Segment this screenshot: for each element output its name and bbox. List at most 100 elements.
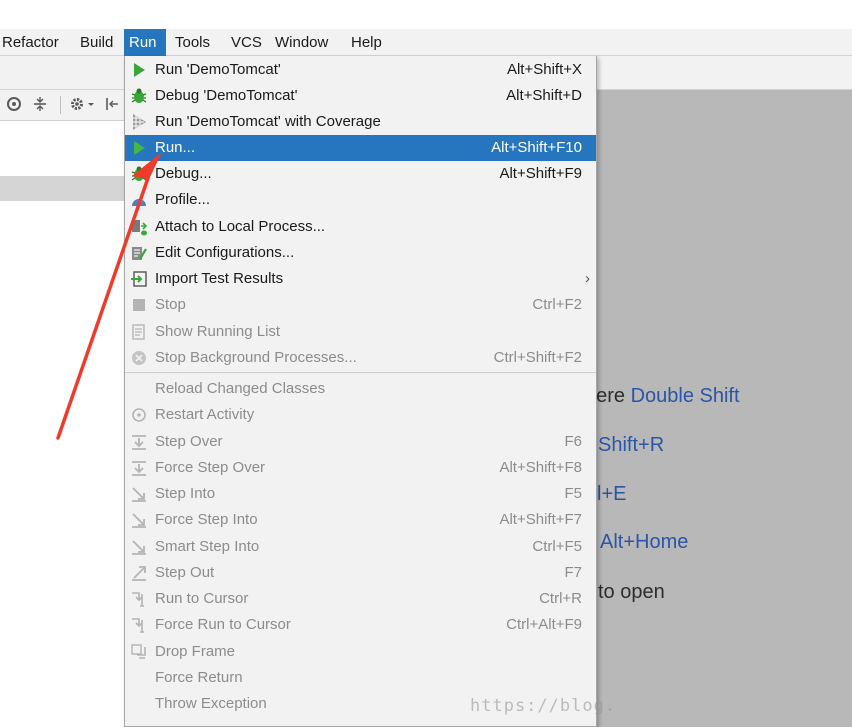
- menu-item-label: Reload Changed Classes: [155, 380, 326, 397]
- menu-item-shortcut: F7: [564, 564, 582, 581]
- menu-item-label: Run 'DemoTomcat' with Coverage: [155, 113, 381, 130]
- menu-item-label: Edit Configurations...: [155, 244, 295, 261]
- navigation-bar: [0, 56, 125, 90]
- menu-item-label: Force Return: [155, 669, 243, 686]
- menu-item-label: Drop Frame: [155, 643, 236, 660]
- hide-panel-icon[interactable]: [104, 95, 122, 115]
- menu-build[interactable]: Build: [78, 29, 115, 56]
- restart-icon: [129, 405, 149, 425]
- menu-item-run-dialog[interactable]: Run... Alt+Shift+F10: [125, 135, 596, 161]
- menu-item-label: Stop Background Processes...: [155, 349, 357, 366]
- editor-hint: Alt+Home: [600, 529, 688, 555]
- project-tree-selected-row[interactable]: [0, 176, 125, 201]
- menu-item-shortcut: Alt+Shift+X: [506, 61, 582, 78]
- force-step-over-icon: [129, 458, 149, 478]
- menu-item-force-return[interactable]: Force Return: [125, 665, 596, 691]
- menu-item-run-with-coverage[interactable]: Run 'DemoTomcat' with Coverage: [125, 109, 596, 135]
- hint-text: to open: [598, 581, 665, 603]
- step-out-icon: [129, 563, 149, 583]
- menu-item-shortcut: Alt+Shift+F7: [499, 511, 582, 528]
- menu-vcs[interactable]: VCS: [229, 29, 264, 56]
- menu-item-label: Run 'DemoTomcat': [155, 61, 281, 78]
- menu-item-shortcut: F5: [564, 485, 582, 502]
- menu-item-label: Restart Activity: [155, 406, 255, 423]
- menu-item-show-running-list[interactable]: Show Running List: [125, 319, 596, 345]
- editor-hint: here Double Shift: [585, 383, 740, 409]
- locate-icon[interactable]: [5, 95, 23, 115]
- menu-item-shortcut: Alt+Shift+F10: [491, 139, 582, 156]
- menu-item-drop-frame[interactable]: Drop Frame: [125, 639, 596, 665]
- toolbar-separator: [60, 96, 61, 114]
- menu-item-label: Import Test Results: [155, 270, 284, 287]
- play-icon: [129, 60, 149, 80]
- run-menu-dropdown: Run 'DemoTomcat' Alt+Shift+X Debug 'Demo…: [124, 56, 597, 727]
- menu-item-step-out[interactable]: Step Out F7: [125, 560, 596, 586]
- menu-item-force-step-over[interactable]: Force Step Over Alt+Shift+F8: [125, 455, 596, 481]
- import-icon: [129, 269, 149, 289]
- stop-icon: [129, 295, 149, 315]
- menu-item-label: Throw Exception: [155, 695, 267, 712]
- menu-separator: [125, 372, 596, 373]
- menu-item-force-step-into[interactable]: Force Step Into Alt+Shift+F7: [125, 507, 596, 533]
- menu-item-shortcut: Ctrl+F5: [532, 538, 582, 555]
- menu-item-label: Smart Step Into: [155, 538, 260, 555]
- menu-item-stop-background-processes[interactable]: Stop Background Processes... Ctrl+Shift+…: [125, 345, 596, 371]
- attach-icon: [129, 217, 149, 237]
- coverage-icon: [129, 112, 149, 132]
- menu-item-shortcut: Ctrl+R: [539, 590, 582, 607]
- menu-refactor[interactable]: Refactor: [0, 29, 61, 56]
- menu-item-label: Stop: [155, 296, 186, 313]
- menu-item-smart-step-into[interactable]: Smart Step Into Ctrl+F5: [125, 534, 596, 560]
- menu-item-attach-to-process[interactable]: Attach to Local Process...: [125, 214, 596, 240]
- gear-icon[interactable]: [68, 95, 96, 115]
- menu-item-label: Debug 'DemoTomcat': [155, 87, 298, 104]
- list-icon: [129, 322, 149, 342]
- smart-step-into-icon: [129, 537, 149, 557]
- step-over-icon: [129, 432, 149, 452]
- editor-hint: to open: [598, 579, 665, 605]
- menu-item-step-into[interactable]: Step Into F5: [125, 481, 596, 507]
- menu-item-shortcut: Alt+Shift+F9: [499, 165, 582, 182]
- menu-run[interactable]: Run: [124, 29, 166, 56]
- editor-tab-bar: [597, 56, 852, 90]
- project-toolbar: [0, 90, 125, 121]
- menu-item-label: Profile...: [155, 191, 211, 208]
- menu-item-import-test-results[interactable]: Import Test Results ›: [125, 266, 596, 292]
- menu-item-restart-activity[interactable]: Restart Activity: [125, 402, 596, 428]
- menu-item-reload-changed-classes[interactable]: Reload Changed Classes: [125, 376, 596, 402]
- menu-item-label: Run to Cursor: [155, 590, 249, 607]
- force-step-into-icon: [129, 510, 149, 530]
- menu-help[interactable]: Help: [349, 29, 384, 56]
- menu-item-debug-demotomcat[interactable]: Debug 'DemoTomcat' Alt+Shift+D: [125, 83, 596, 109]
- menu-item-force-run-to-cursor[interactable]: Force Run to Cursor Ctrl+Alt+F9: [125, 612, 596, 638]
- menu-item-stop[interactable]: Stop Ctrl+F2: [125, 292, 596, 318]
- menu-item-shortcut: Alt+Shift+D: [506, 87, 582, 104]
- menu-item-debug-dialog[interactable]: Debug... Alt+Shift+F9: [125, 161, 596, 187]
- menu-bar: Refactor Build Run Tools VCS Window Help: [0, 29, 852, 56]
- menu-item-edit-configurations[interactable]: Edit Configurations...: [125, 240, 596, 266]
- menu-item-step-over[interactable]: Step Over F6: [125, 429, 596, 455]
- menu-item-shortcut: F6: [564, 433, 582, 450]
- menu-item-profile[interactable]: Profile...: [125, 187, 596, 213]
- menu-item-label: Step Into: [155, 485, 216, 502]
- menu-item-label: Step Over: [155, 433, 223, 450]
- menu-window[interactable]: Window: [273, 29, 330, 56]
- menu-item-label: Debug...: [155, 165, 212, 182]
- profile-icon: [129, 190, 149, 210]
- force-run-to-cursor-icon: [129, 615, 149, 635]
- play-icon: [129, 138, 149, 158]
- menu-item-label: Force Step Into: [155, 511, 258, 528]
- stop-circle-icon: [129, 348, 149, 368]
- collapse-icon[interactable]: [31, 95, 49, 115]
- menu-item-run-demotomcat[interactable]: Run 'DemoTomcat' Alt+Shift+X: [125, 57, 596, 83]
- bug-icon: [129, 86, 149, 106]
- menu-item-run-to-cursor[interactable]: Run to Cursor Ctrl+R: [125, 586, 596, 612]
- menu-item-label: Force Run to Cursor: [155, 616, 291, 633]
- menu-item-shortcut: Alt+Shift+F8: [499, 459, 582, 476]
- edit-config-icon: [129, 243, 149, 263]
- menu-item-shortcut: Ctrl+Alt+F9: [506, 616, 582, 633]
- hint-shortcut: Double Shift: [630, 385, 740, 407]
- menu-tools[interactable]: Tools: [173, 29, 212, 56]
- step-into-icon: [129, 484, 149, 504]
- project-pane: [0, 121, 125, 727]
